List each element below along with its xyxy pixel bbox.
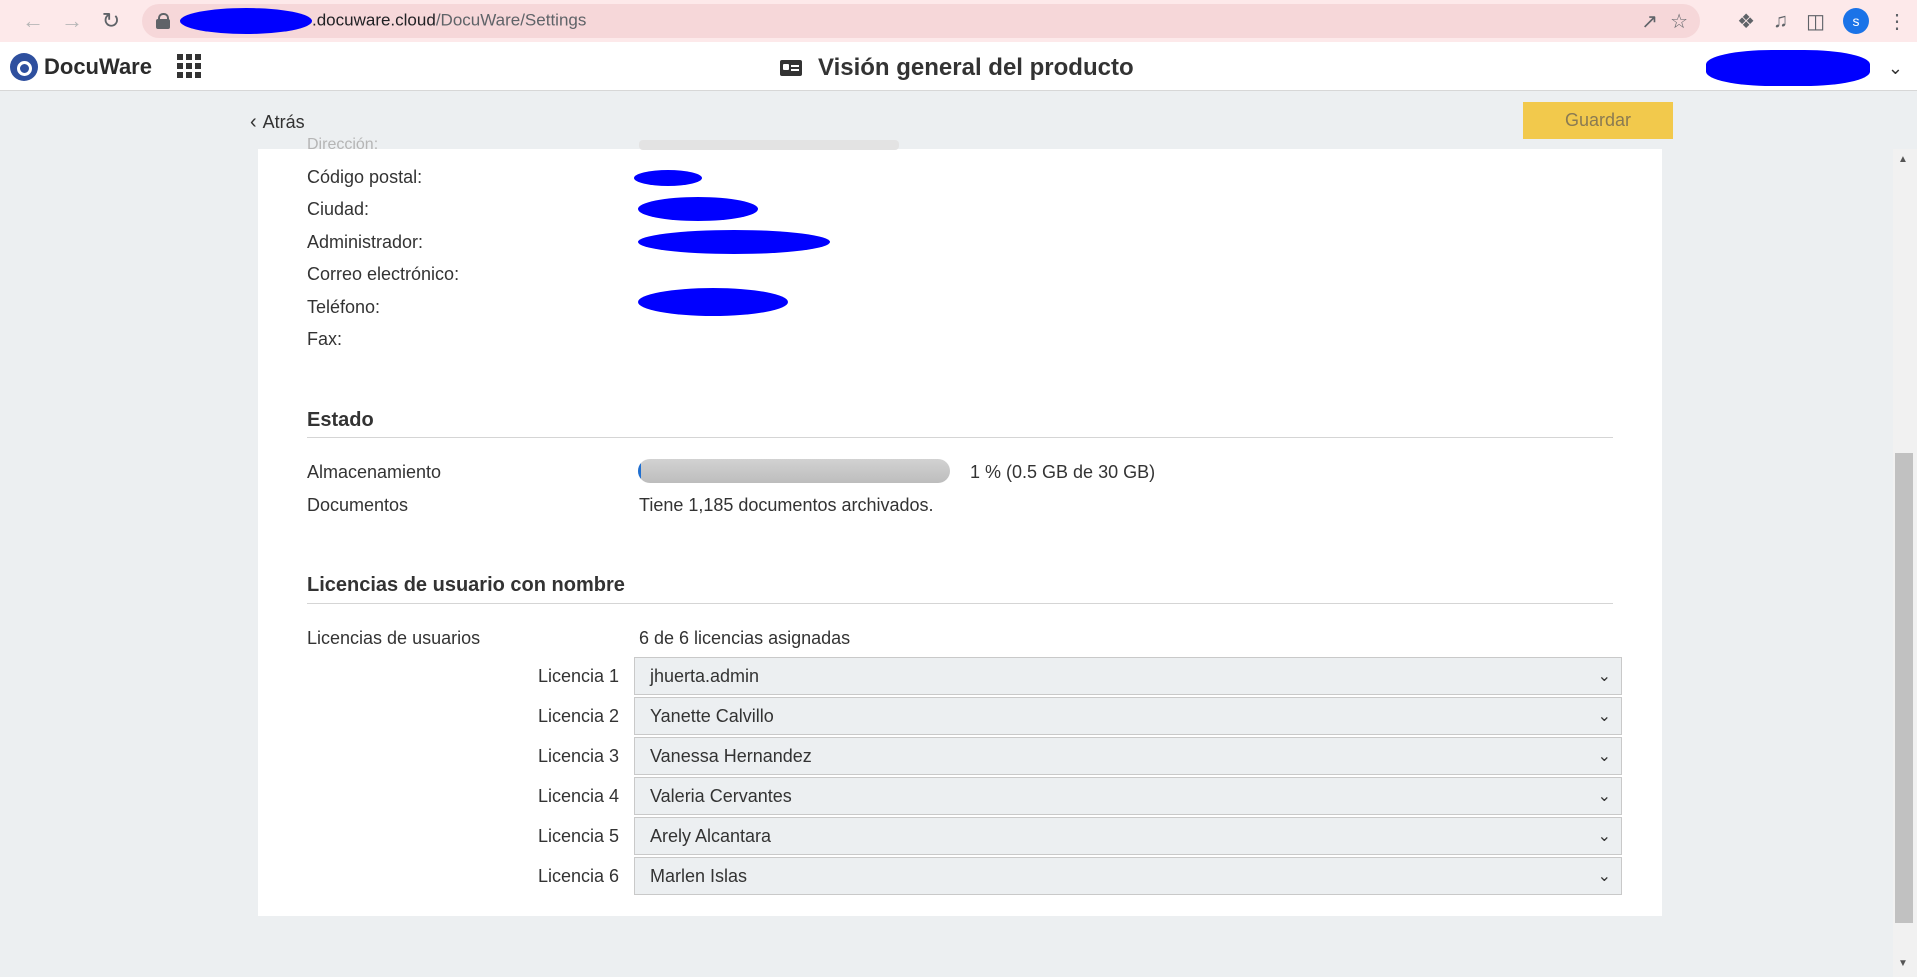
address-value-faded	[639, 140, 899, 150]
url-path: /DocuWare/Settings	[435, 10, 587, 30]
redaction-mark	[634, 170, 702, 186]
license-user-select[interactable]: Marlen Islas ⌄	[634, 857, 1622, 895]
address-label: Dirección:	[307, 136, 379, 153]
redaction-mark	[1705, 50, 1870, 86]
license-label: Licencia 5	[538, 826, 620, 846]
forward-arrow-icon[interactable]: →	[55, 4, 89, 38]
address-bar[interactable]: .docuware.cloud/DocuWare/Settings ↗ ☆	[142, 4, 1700, 38]
license-user-select[interactable]: jhuerta.admin ⌄	[634, 657, 1622, 695]
chevron-left-icon: ‹	[250, 111, 257, 133]
storage-progress-bar	[638, 459, 950, 483]
license-label: Licencia 3	[538, 746, 620, 766]
documents-label: Documentos	[307, 495, 409, 515]
license-user-value: Arely Alcantara	[650, 825, 772, 846]
licenses-section-title: Licencias de usuario con nombre	[307, 574, 625, 596]
license-user-value: jhuerta.admin	[650, 665, 760, 686]
license-label: Licencia 2	[538, 706, 620, 726]
chevron-down-icon[interactable]: ⌄	[1888, 58, 1903, 79]
phone-label: Teléfono:	[307, 297, 381, 317]
user-licenses-value: 6 de 6 licencias asignadas	[639, 628, 851, 648]
chevron-down-icon: ⌄	[1597, 708, 1611, 725]
license-label: Licencia 4	[538, 786, 620, 806]
redaction-mark	[638, 288, 788, 316]
page-title-area: Visión general del producto	[780, 54, 1134, 82]
storage-label: Almacenamiento	[307, 462, 442, 482]
administrator-label: Administrador:	[307, 232, 424, 252]
redaction-mark	[638, 197, 758, 221]
save-button[interactable]: Guardar	[1523, 102, 1673, 139]
chevron-down-icon: ⌄	[1597, 748, 1611, 765]
license-user-select[interactable]: Arely Alcantara ⌄	[634, 817, 1622, 855]
redaction-mark	[180, 8, 312, 34]
user-menu[interactable]: ⌄	[1705, 50, 1903, 86]
url-text[interactable]: .docuware.cloud/DocuWare/Settings	[180, 8, 586, 34]
license-label: Licencia 6	[538, 866, 620, 886]
user-licenses-label: Licencias de usuarios	[307, 628, 481, 648]
license-user-value: Marlen Islas	[650, 865, 748, 886]
back-label: Atrás	[262, 112, 305, 132]
back-arrow-icon[interactable]: ←	[16, 4, 50, 38]
section-divider	[307, 603, 1613, 604]
media-queue-icon[interactable]: ♫	[1773, 10, 1788, 33]
license-user-select[interactable]: Valeria Cervantes ⌄	[634, 777, 1622, 815]
email-label: Correo electrónico:	[307, 264, 460, 284]
profile-avatar[interactable]: s	[1843, 8, 1869, 34]
chevron-down-icon: ⌄	[1597, 828, 1611, 845]
back-link[interactable]: ‹ Atrás	[250, 111, 305, 134]
share-icon[interactable]: ↗	[1641, 9, 1658, 34]
docuware-logo[interactable]: DocuWare	[10, 53, 152, 81]
scroll-down-arrow-icon[interactable]: ▼	[1898, 958, 1908, 969]
url-host: .docuware.cloud	[312, 10, 436, 30]
postal-code-label: Código postal:	[307, 167, 423, 187]
license-user-value: Valeria Cervantes	[650, 785, 792, 806]
fax-label: Fax:	[307, 329, 343, 349]
city-label: Ciudad:	[307, 199, 370, 219]
extensions-icon[interactable]: ❖	[1737, 9, 1755, 34]
license-user-select[interactable]: Vanessa Hernandez ⌄	[634, 737, 1622, 775]
section-divider	[307, 437, 1613, 438]
chevron-down-icon: ⌄	[1597, 788, 1611, 805]
redaction-mark	[638, 230, 830, 254]
bookmark-star-icon[interactable]: ☆	[1670, 9, 1688, 34]
browser-menu-icon[interactable]: ⋮	[1887, 9, 1907, 34]
docuware-logo-icon	[10, 53, 38, 81]
browser-toolbar: ← → ↻ .docuware.cloud/DocuWare/Settings …	[0, 0, 1917, 42]
license-user-value: Yanette Calvillo	[650, 705, 774, 726]
lock-icon	[156, 13, 170, 29]
scroll-up-arrow-icon[interactable]: ▲	[1898, 154, 1908, 165]
apps-grid-icon[interactable]	[177, 54, 201, 78]
id-card-icon	[780, 60, 802, 76]
chevron-down-icon: ⌄	[1597, 668, 1611, 685]
side-panel-icon[interactable]: ◫	[1806, 9, 1825, 34]
license-user-value: Vanessa Hernandez	[650, 745, 812, 766]
license-user-select[interactable]: Yanette Calvillo ⌄	[634, 697, 1622, 735]
status-section-title: Estado	[307, 409, 374, 431]
page-title: Visión general del producto	[818, 54, 1134, 81]
storage-usage-text: 1 % (0.5 GB de 30 GB)	[970, 462, 1156, 482]
chevron-down-icon: ⌄	[1597, 868, 1611, 885]
app-header: DocuWare Visión general del producto ⌄	[0, 42, 1917, 91]
documents-count-text: Tiene 1,185 documentos archivados.	[639, 495, 934, 515]
license-label: Licencia 1	[538, 666, 620, 686]
logo-text: DocuWare	[44, 54, 152, 79]
scrollbar-thumb[interactable]	[1895, 453, 1913, 923]
settings-toolbar: ‹ Atrás Guardar	[0, 91, 1917, 149]
reload-icon[interactable]: ↻	[94, 4, 128, 38]
